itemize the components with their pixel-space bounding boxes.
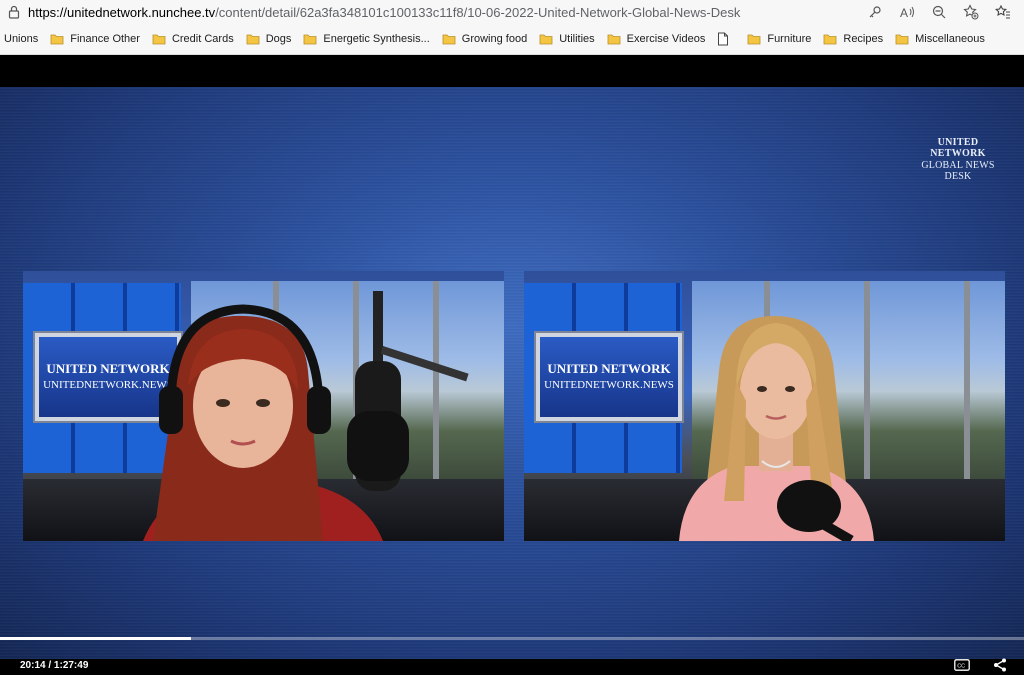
- timecode: 20:14 / 1:27:49: [20, 660, 88, 671]
- bookmark-exercise-videos[interactable]: Exercise Videos: [603, 27, 714, 51]
- url-host: https://unitednetwork.nunchee.tv: [28, 4, 216, 20]
- bookmark-furniture[interactable]: Furniture: [743, 27, 819, 51]
- logo-line-2: GLOBAL NEWS DESK: [921, 160, 995, 182]
- bookmark-credit-cards[interactable]: Credit Cards: [148, 27, 242, 51]
- closed-captions-icon[interactable]: CC: [952, 655, 972, 675]
- bookmark-energetic-synthesis[interactable]: Energetic Synthesis...: [299, 27, 437, 51]
- folder-icon: [895, 34, 909, 45]
- video-frame[interactable]: UNITED NETWORK GLOBAL NEWS DESK UNITED N…: [0, 87, 1024, 672]
- host-left-figure: [143, 291, 469, 541]
- logo-line-1: UNITED NETWORK: [930, 137, 986, 159]
- folder-icon: [823, 34, 837, 45]
- bookmark-label: Energetic Synthesis...: [323, 33, 430, 45]
- bookmark-miscellaneous[interactable]: Miscellaneous: [891, 27, 993, 51]
- address-bar[interactable]: https://unitednetwork.nunchee.tv/content…: [0, 0, 1024, 24]
- sign-line-2: UNITEDNETWORK.NEWS: [544, 379, 674, 391]
- folder-icon: [50, 34, 64, 45]
- svg-text:A: A: [900, 6, 908, 19]
- folder-icon: [539, 34, 553, 45]
- favorites-icon[interactable]: [990, 1, 1016, 23]
- bookmark-label: Unions: [4, 33, 39, 45]
- bookmark-label: Recipes: [843, 33, 884, 45]
- time-separator: /: [48, 660, 52, 671]
- folder-icon: [303, 34, 317, 45]
- progress-bar[interactable]: [0, 637, 1024, 640]
- duration: 1:27:49: [53, 660, 89, 671]
- bookmark-label: Growing food: [461, 33, 528, 45]
- progress-fill: [0, 637, 191, 640]
- svg-text:CC: CC: [957, 664, 965, 670]
- bookmark-dogs[interactable]: Dogs: [242, 27, 300, 51]
- bookmark-page[interactable]: [713, 27, 743, 51]
- bookmark-label: Finance Other: [70, 33, 140, 45]
- current-time: 20:14: [20, 660, 46, 671]
- host-right-figure: [679, 316, 874, 541]
- bookmark-growing-food[interactable]: Growing food: [438, 27, 535, 51]
- zoom-out-icon[interactable]: [926, 1, 952, 23]
- page-icon: [718, 32, 729, 46]
- read-aloud-icon[interactable]: A: [894, 1, 920, 23]
- favorite-add-icon[interactable]: [958, 1, 984, 23]
- key-icon[interactable]: [862, 1, 888, 23]
- folder-icon: [747, 34, 761, 45]
- bookmark-label: Exercise Videos: [626, 33, 706, 45]
- url-text[interactable]: https://unitednetwork.nunchee.tv/content…: [28, 5, 862, 20]
- folder-icon: [246, 34, 260, 45]
- bookmark-recipes[interactable]: Recipes: [819, 27, 891, 51]
- channel-logo: UNITED NETWORK GLOBAL NEWS DESK: [912, 137, 1004, 182]
- bookmark-finance-other[interactable]: Finance Other: [46, 27, 148, 51]
- bookmark-label: Miscellaneous: [915, 33, 985, 45]
- folder-icon: [607, 34, 621, 45]
- left-camera-feed: UNITED NETWORK UNITEDNETWORK.NEWS: [23, 271, 504, 541]
- right-camera-feed: UNITED NETWORK UNITEDNETWORK.NEWS: [524, 271, 1005, 541]
- bookmark-label: Furniture: [767, 33, 812, 45]
- video-player[interactable]: UNITED NETWORK GLOBAL NEWS DESK UNITED N…: [0, 55, 1024, 672]
- folder-icon: [442, 34, 456, 45]
- bookmark-label: Credit Cards: [171, 33, 234, 45]
- bookmark-utilities[interactable]: Utilities: [535, 27, 602, 51]
- sign-line-1: UNITED NETWORK: [547, 361, 671, 376]
- bookmark-unions[interactable]: Unions: [0, 27, 46, 51]
- share-icon[interactable]: [990, 655, 1010, 675]
- bookmark-label: Utilities: [559, 33, 595, 45]
- url-path: /content/detail/62a3fa348101c100133c11f8…: [215, 4, 741, 20]
- bookmark-label: Dogs: [265, 33, 292, 45]
- bookmarks-bar: Unions Finance Other Credit Cards Dogs E…: [0, 24, 1024, 55]
- folder-icon: [152, 34, 166, 45]
- lock-icon[interactable]: [0, 5, 28, 19]
- studio-sign: UNITED NETWORK UNITEDNETWORK.NEWS: [536, 333, 682, 421]
